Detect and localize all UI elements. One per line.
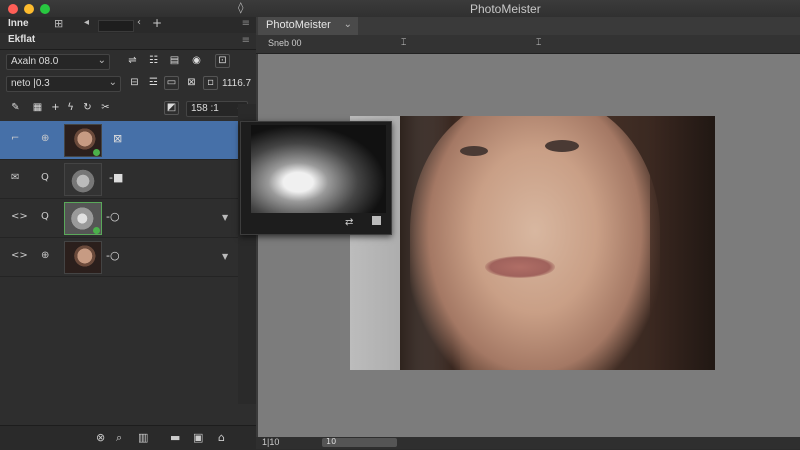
lock-icon[interactable]: ⊕ [41, 133, 49, 144]
folder-icon[interactable]: ▥ [138, 431, 148, 444]
add-panel-icon[interactable]: + [152, 16, 162, 30]
layer-thumbnail[interactable] [64, 163, 102, 196]
minimize-window-button[interactable] [24, 4, 34, 14]
color-swatch[interactable] [372, 216, 381, 225]
image-eye [545, 140, 579, 152]
eye-mask-icon[interactable]: ◉ [189, 54, 204, 68]
search-icon[interactable]: ⌕ [116, 431, 122, 445]
size-box-icon[interactable]: ▫ [203, 76, 218, 90]
size-value[interactable]: 1116.7 [222, 78, 251, 89]
layer-thumbnail[interactable] [64, 241, 102, 274]
search-icon[interactable]: Q [41, 211, 49, 222]
mask-preview-image [251, 125, 386, 213]
visibility-icon[interactable]: ✉ [11, 172, 19, 183]
opacity-toolbar: neto |0.3 ⌄ ⊟ ☲ ▭ ⊠ ▫ 1116.7 [0, 76, 256, 98]
panel-grid-icon[interactable]: ⊞ [54, 17, 63, 30]
status-badge [93, 227, 100, 234]
opacity-dropdown[interactable]: neto |0.3 ⌄ [6, 76, 121, 92]
panel-tab-bar: Inne ⊞ ◂ ‹ + ≡ [0, 16, 256, 33]
lock-icon[interactable]: ⊟ [127, 76, 142, 90]
layer-preview-popover: ⇄ [240, 121, 392, 235]
visibility-icon[interactable]: <> [11, 211, 28, 222]
panel-search-field[interactable] [98, 20, 134, 32]
ruler [256, 35, 800, 54]
status-left-text: 1|10 [262, 437, 280, 447]
sub-tab-label[interactable]: Ekflat [8, 34, 35, 45]
window-title: PhotoMeister [470, 2, 541, 16]
swap-icon[interactable]: ⇄ [345, 217, 353, 228]
image-face [410, 116, 660, 370]
lock-icon[interactable]: ⊕ [41, 250, 49, 261]
portrait-image[interactable] [350, 116, 715, 370]
sub-panel-menu-icon[interactable]: ≡ [242, 35, 250, 46]
layers-icon[interactable]: ☲ [146, 76, 161, 90]
ruler-marker-icon[interactable]: ⌶ [536, 38, 541, 48]
chevron-down-icon: ⌄ [108, 77, 117, 88]
image-lips [485, 256, 555, 278]
status-badge [93, 149, 100, 156]
status-right-text: 10 [326, 437, 337, 446]
new-layer-icon[interactable]: ▬ [170, 431, 180, 444]
visibility-icon[interactable]: ⌐ [11, 133, 19, 144]
ruler-marker-icon[interactable]: ⌶ [401, 38, 406, 48]
transform-icon[interactable]: ⊠ [184, 76, 199, 90]
visibility-icon[interactable]: <> [11, 250, 28, 261]
adjustment-layer-icon[interactable]: ▣ [193, 431, 203, 444]
flame-icon: ◊ [238, 1, 244, 14]
image-hair-right [650, 116, 715, 370]
image-eye [460, 146, 488, 156]
blend-toolbar: Axaln 08.0 ⌄ ⇌ ☷ ▤ ◉ ⊡ [0, 54, 256, 76]
sliders-icon[interactable]: ☷ [146, 54, 161, 68]
crop-icon[interactable]: ⊡ [215, 54, 230, 68]
zoom-window-button[interactable] [40, 4, 50, 14]
trash-icon[interactable]: ⌂ [218, 431, 225, 444]
mask-icon[interactable]: -■ [109, 171, 123, 184]
mask-icon[interactable]: ⊠ [113, 132, 122, 145]
divider [0, 49, 256, 50]
panel-tab-label[interactable]: Inne [8, 18, 29, 29]
ruler-label: Sneb 00 [268, 38, 302, 48]
close-window-button[interactable] [8, 4, 18, 14]
chevron-down-icon: ⌄ [343, 19, 352, 30]
layer-row[interactable]: ⌐ ⊕ ⊠ [0, 121, 238, 160]
opacity-value: neto |0.3 [11, 78, 50, 89]
layers-list: ⌐ ⊕ ⊠ ✉ Q -■ <> Q -○ ▼ <> ⊕ -○ ▼ [0, 104, 238, 404]
panel-menu-icon[interactable]: ≡ [242, 18, 250, 29]
title-bar: ◊ PhotoMeister [0, 0, 800, 18]
document-tab[interactable]: PhotoMeister ⌄ [258, 17, 358, 35]
link-layers-icon[interactable]: ⊗ [96, 431, 105, 444]
search-icon[interactable]: Q [41, 172, 49, 183]
left-arrow-icon[interactable]: ◂ [84, 17, 89, 28]
back-arrow-icon[interactable]: ‹ [137, 17, 141, 28]
expand-arrow-icon[interactable]: ▼ [222, 213, 228, 222]
layers-bottom-bar: ⊗ ⌕ ▥ ▬ ▣ ⌂ [0, 425, 256, 450]
mask-icon[interactable]: -○ [106, 249, 120, 262]
mask-icon[interactable]: -○ [106, 210, 120, 223]
layer-row[interactable]: ✉ Q -■ [0, 160, 238, 199]
document-tab-label: PhotoMeister [266, 19, 331, 31]
layer-row[interactable]: <> Q -○ ▼ [0, 199, 238, 238]
frame-icon[interactable]: ▭ [164, 76, 179, 90]
adjust-icon[interactable]: ▤ [167, 54, 182, 68]
layer-row[interactable]: <> ⊕ -○ ▼ [0, 238, 238, 277]
link-icon[interactable]: ⇌ [125, 54, 140, 68]
expand-arrow-icon[interactable]: ▼ [222, 252, 228, 261]
chevron-down-icon: ⌄ [97, 55, 106, 66]
blend-mode-value: Axaln 08.0 [11, 56, 59, 67]
blend-mode-dropdown[interactable]: Axaln 08.0 ⌄ [6, 54, 110, 70]
